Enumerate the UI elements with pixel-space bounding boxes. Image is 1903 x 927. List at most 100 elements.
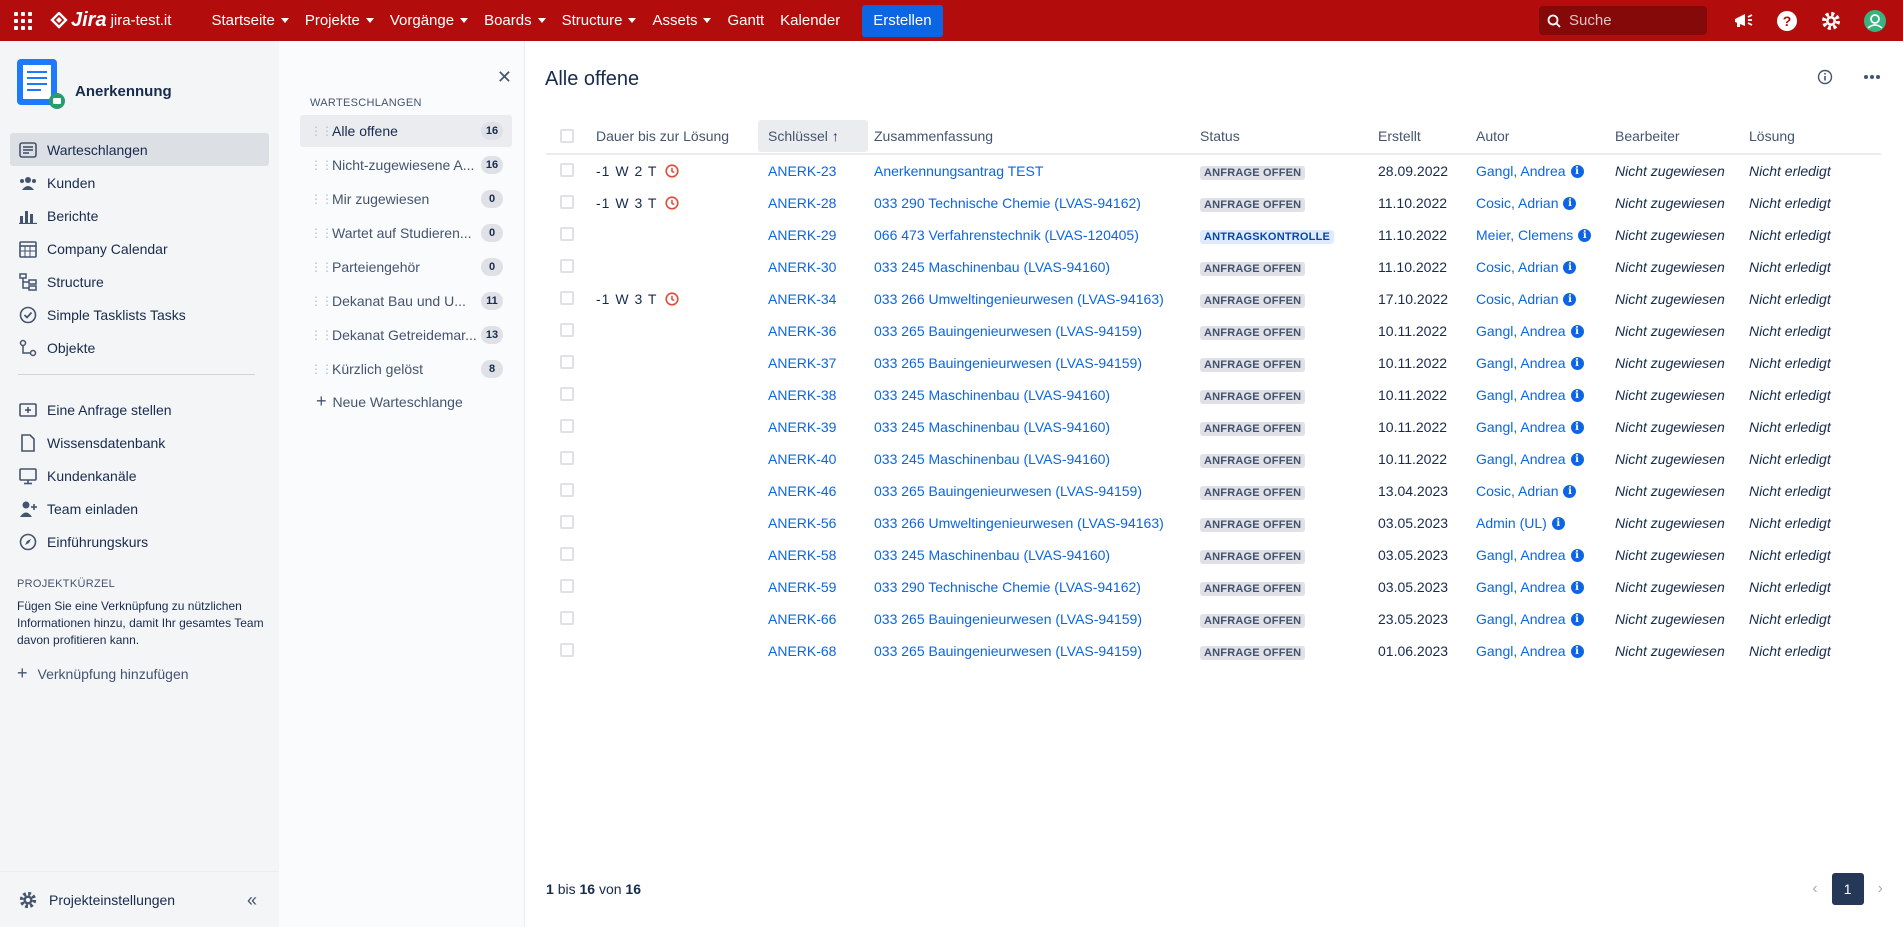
issue-key-link[interactable]: ANERK-40 bbox=[768, 451, 836, 467]
table-row[interactable]: ANERK-37 033 265 Bauingenieurwesen (LVAS-… bbox=[546, 347, 1881, 379]
issue-summary-link[interactable]: 033 265 Bauingenieurwesen (LVAS-94159) bbox=[874, 355, 1142, 371]
drag-handle-icon[interactable]: ⋮⋮ bbox=[310, 158, 333, 172]
info-icon[interactable]: i bbox=[1563, 292, 1577, 306]
issue-key-link[interactable]: ANERK-39 bbox=[768, 419, 836, 435]
author-link[interactable]: Cosic, Adrian bbox=[1476, 483, 1558, 499]
add-shortcut-link[interactable]: + Verknüpfung hinzufügen bbox=[17, 663, 279, 684]
issue-summary-link[interactable]: 033 265 Bauingenieurwesen (LVAS-94159) bbox=[874, 483, 1142, 499]
queue-item[interactable]: ⋮⋮ Kürzlich gelöst 8 bbox=[300, 353, 512, 385]
table-row[interactable]: ANERK-58 033 245 Maschinenbau (LVAS-94160… bbox=[546, 539, 1881, 571]
issue-summary-link[interactable]: 033 290 Technische Chemie (LVAS-94162) bbox=[874, 579, 1141, 595]
row-checkbox[interactable] bbox=[560, 194, 574, 209]
queue-item[interactable]: ⋮⋮ Dekanat Bau und U... 11 bbox=[300, 285, 512, 317]
create-button[interactable]: Erstellen bbox=[862, 4, 943, 37]
info-icon[interactable]: i bbox=[1570, 388, 1584, 402]
author-link[interactable]: Gangl, Andrea bbox=[1476, 323, 1566, 339]
drag-handle-icon[interactable]: ⋮⋮ bbox=[310, 260, 333, 274]
author-link[interactable]: Cosic, Adrian bbox=[1476, 195, 1558, 211]
table-row[interactable]: ANERK-36 033 265 Bauingenieurwesen (LVAS-… bbox=[546, 315, 1881, 347]
issue-summary-link[interactable]: 033 265 Bauingenieurwesen (LVAS-94159) bbox=[874, 323, 1142, 339]
select-all-checkbox[interactable] bbox=[560, 129, 574, 143]
row-checkbox[interactable] bbox=[560, 386, 574, 401]
page-button-current[interactable]: 1 bbox=[1831, 873, 1864, 905]
drag-handle-icon[interactable]: ⋮⋮ bbox=[310, 192, 333, 206]
more-actions-icon[interactable] bbox=[1863, 74, 1881, 80]
issue-summary-link[interactable]: 033 265 Bauingenieurwesen (LVAS-94159) bbox=[874, 611, 1142, 627]
row-checkbox[interactable] bbox=[560, 546, 574, 561]
drag-handle-icon[interactable]: ⋮⋮ bbox=[310, 124, 333, 138]
project-name[interactable]: Anerkennung bbox=[75, 83, 172, 100]
table-row[interactable]: ANERK-56 033 266 Umweltingenieurwesen (LV… bbox=[546, 507, 1881, 539]
issue-key-link[interactable]: ANERK-34 bbox=[768, 291, 836, 307]
issue-summary-link[interactable]: 066 473 Verfahrenstechnik (LVAS-120405) bbox=[874, 227, 1139, 243]
info-icon[interactable]: i bbox=[1570, 356, 1584, 370]
issue-key-link[interactable]: ANERK-23 bbox=[768, 163, 836, 179]
author-link[interactable]: Meier, Clemens bbox=[1476, 227, 1573, 243]
nav-item-structure[interactable]: Structure bbox=[554, 0, 645, 41]
issue-key-link[interactable]: ANERK-46 bbox=[768, 483, 836, 499]
info-icon[interactable] bbox=[1817, 69, 1833, 85]
column-header-assignee[interactable]: Bearbeiter bbox=[1613, 128, 1747, 144]
row-checkbox[interactable] bbox=[560, 162, 574, 177]
row-checkbox[interactable] bbox=[560, 450, 574, 465]
nav-item-kalender[interactable]: Kalender bbox=[772, 0, 848, 41]
issue-key-link[interactable]: ANERK-30 bbox=[768, 259, 836, 275]
author-link[interactable]: Gangl, Andrea bbox=[1476, 611, 1566, 627]
sidebar-item-kunden[interactable]: Kunden bbox=[10, 166, 269, 199]
drag-handle-icon[interactable]: ⋮⋮ bbox=[310, 226, 333, 240]
row-checkbox[interactable] bbox=[560, 514, 574, 529]
table-row[interactable]: -1 W 3 T ANERK-34 033 266 Umweltingenieurw… bbox=[546, 283, 1881, 315]
table-row[interactable]: ANERK-38 033 245 Maschinenbau (LVAS-94160… bbox=[546, 379, 1881, 411]
table-row[interactable]: ANERK-68 033 265 Bauingenieurwesen (LVAS-… bbox=[546, 635, 1881, 667]
issue-summary-link[interactable]: 033 245 Maschinenbau (LVAS-94160) bbox=[874, 419, 1110, 435]
issue-key-link[interactable]: ANERK-56 bbox=[768, 515, 836, 531]
close-queues-icon[interactable]: ✕ bbox=[497, 67, 512, 88]
row-checkbox[interactable] bbox=[560, 482, 574, 497]
sidebar-item-eine-anfrage-stellen[interactable]: Eine Anfrage stellen bbox=[10, 393, 269, 426]
author-link[interactable]: Gangl, Andrea bbox=[1476, 451, 1566, 467]
next-page-icon[interactable]: › bbox=[1878, 880, 1883, 898]
issue-summary-link[interactable]: 033 245 Maschinenbau (LVAS-94160) bbox=[874, 259, 1110, 275]
author-link[interactable]: Gangl, Andrea bbox=[1476, 579, 1566, 595]
table-row[interactable]: ANERK-29 066 473 Verfahrenstechnik (LVAS-… bbox=[546, 219, 1881, 251]
notifications-megaphone-icon[interactable] bbox=[1729, 7, 1757, 35]
row-checkbox[interactable] bbox=[560, 418, 574, 433]
row-checkbox[interactable] bbox=[560, 226, 574, 241]
table-row[interactable]: ANERK-66 033 265 Bauingenieurwesen (LVAS-… bbox=[546, 603, 1881, 635]
issue-key-link[interactable]: ANERK-66 bbox=[768, 611, 836, 627]
issue-summary-link[interactable]: Anerkennungsantrag TEST bbox=[874, 163, 1043, 179]
table-row[interactable]: ANERK-30 033 245 Maschinenbau (LVAS-94160… bbox=[546, 251, 1881, 283]
new-queue-button[interactable]: + Neue Warteschlange bbox=[316, 391, 524, 412]
table-row[interactable]: ANERK-59 033 290 Technische Chemie (LVAS-… bbox=[546, 571, 1881, 603]
issue-summary-link[interactable]: 033 265 Bauingenieurwesen (LVAS-94159) bbox=[874, 643, 1142, 659]
info-icon[interactable]: i bbox=[1570, 324, 1584, 338]
settings-gear-icon[interactable] bbox=[1817, 7, 1845, 35]
issue-summary-link[interactable]: 033 245 Maschinenbau (LVAS-94160) bbox=[874, 451, 1110, 467]
sidebar-item-berichte[interactable]: Berichte bbox=[10, 199, 269, 232]
author-link[interactable]: Gangl, Andrea bbox=[1476, 163, 1566, 179]
row-checkbox[interactable] bbox=[560, 354, 574, 369]
nav-item-startseite[interactable]: Startseite bbox=[203, 0, 296, 41]
queue-item[interactable]: ⋮⋮ Wartet auf Studieren... 0 bbox=[300, 217, 512, 249]
info-icon[interactable]: i bbox=[1563, 196, 1577, 210]
sidebar-item-structure[interactable]: Structure bbox=[10, 265, 269, 298]
issue-key-link[interactable]: ANERK-58 bbox=[768, 547, 836, 563]
table-row[interactable]: ANERK-39 033 245 Maschinenbau (LVAS-94160… bbox=[546, 411, 1881, 443]
column-header-key[interactable]: Schlüssel ↑ bbox=[758, 120, 868, 152]
issue-summary-link[interactable]: 033 245 Maschinenbau (LVAS-94160) bbox=[874, 547, 1110, 563]
column-header-author[interactable]: Autor bbox=[1474, 128, 1613, 144]
sidebar-item-wissensdatenbank[interactable]: Wissensdatenbank bbox=[10, 426, 269, 459]
table-row[interactable]: -1 W 2 T ANERK-23 Anerkennungsantrag TEST A… bbox=[546, 155, 1881, 187]
queue-item[interactable]: ⋮⋮ Mir zugewiesen 0 bbox=[300, 183, 512, 215]
column-header-status[interactable]: Status bbox=[1198, 128, 1374, 144]
author-link[interactable]: Admin (UL) bbox=[1476, 515, 1547, 531]
info-icon[interactable]: i bbox=[1570, 452, 1584, 466]
issue-key-link[interactable]: ANERK-28 bbox=[768, 195, 836, 211]
column-header-summary[interactable]: Zusammenfassung bbox=[868, 128, 1198, 144]
row-checkbox[interactable] bbox=[560, 642, 574, 657]
author-link[interactable]: Gangl, Andrea bbox=[1476, 419, 1566, 435]
info-icon[interactable]: i bbox=[1563, 260, 1577, 274]
help-icon[interactable]: ? bbox=[1773, 7, 1801, 35]
nav-item-vorgänge[interactable]: Vorgänge bbox=[382, 0, 476, 41]
sidebar-item-kundenkanäle[interactable]: Kundenkanäle bbox=[10, 459, 269, 492]
